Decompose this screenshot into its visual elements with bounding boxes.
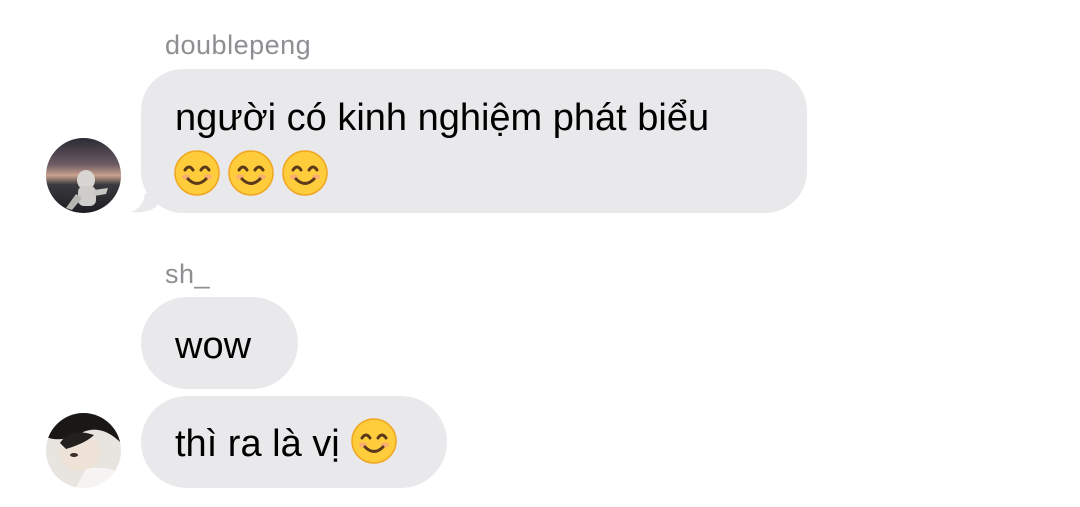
message-bubble[interactable]: người có kinh nghiệm phát biểu [141,69,807,213]
emoji-row [173,149,329,197]
avatar[interactable] [46,413,121,488]
sender-name: sh_ [165,259,211,289]
message-text: người có kinh nghiệm phát biểu [175,97,710,139]
smiling-face-emoji [174,150,220,196]
message-text: wow [175,325,252,367]
smiling-face-emoji [228,150,274,196]
user-avatar-photo [46,138,121,213]
message-text: thì ra là vị [175,423,340,465]
sender-name: doublepeng [165,30,312,60]
message-content: thì ra là vị [175,418,398,465]
avatar[interactable] [46,138,121,213]
bubble-tail [131,186,157,213]
smiling-face-emoji [350,418,397,464]
message-bubble[interactable]: wow [141,297,298,389]
smiling-face-emoji [282,150,328,196]
user-avatar-photo [46,413,121,488]
message-bubble[interactable]: thì ra là vị [141,396,447,488]
